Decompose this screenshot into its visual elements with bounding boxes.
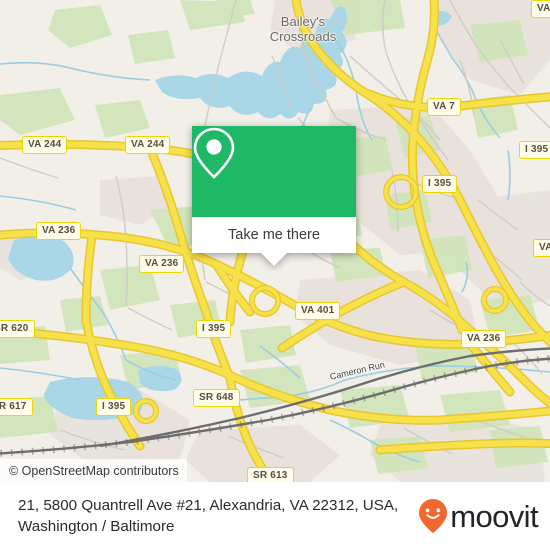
- shield-sr-620[interactable]: SR 620: [0, 320, 35, 338]
- shield-i-395-mid[interactable]: I 395: [196, 320, 232, 338]
- map-attribution[interactable]: © OpenStreetMap contributors: [0, 459, 187, 482]
- shield-va-244-west[interactable]: VA 244: [22, 136, 68, 154]
- location-pin-icon: [193, 127, 235, 179]
- shield-va-401[interactable]: VA 401: [295, 302, 341, 320]
- place-label-line1: Bailey's: [280, 14, 326, 29]
- shield-va-right-upper[interactable]: VA: [531, 0, 550, 18]
- shield-va-7[interactable]: VA 7: [427, 98, 461, 116]
- footer-bar: 21, 5800 Quantrell Ave #21, Alexandria, …: [0, 482, 550, 550]
- attribution-text: © OpenStreetMap contributors: [9, 463, 179, 478]
- popup-header: [192, 126, 356, 217]
- map-screenshot: Bailey's Crossroads Cameron Run VA 244 V…: [0, 0, 550, 550]
- moovit-logo[interactable]: moovit: [418, 498, 539, 534]
- place-label-baileys-crossroads: Bailey's Crossroads: [255, 14, 351, 44]
- shield-va-236-west[interactable]: VA 236: [36, 222, 82, 240]
- moovit-wordmark: moovit: [450, 498, 538, 534]
- shield-va-right-lower[interactable]: VA: [533, 239, 550, 257]
- shield-va-236-east[interactable]: VA 236: [461, 330, 507, 348]
- shield-sr-648[interactable]: SR 648: [193, 389, 240, 407]
- address-text: 21, 5800 Quantrell Ave #21, Alexandria, …: [18, 497, 399, 535]
- take-me-there-button[interactable]: Take me there: [192, 217, 356, 253]
- moovit-smiley-pin-icon: [419, 499, 448, 533]
- shield-sr-613[interactable]: SR 613: [247, 467, 294, 482]
- location-popup-card[interactable]: Take me there: [192, 126, 356, 266]
- popup-pointer-tail: [261, 253, 287, 266]
- shield-va-236-mid[interactable]: VA 236: [139, 255, 185, 273]
- shield-va-244-east[interactable]: VA 244: [125, 136, 171, 154]
- shield-i-395-north[interactable]: I 395: [519, 141, 550, 159]
- place-label-line2: Crossroads: [269, 29, 337, 44]
- shield-i-395-east[interactable]: I 395: [422, 175, 458, 193]
- map-canvas[interactable]: Bailey's Crossroads Cameron Run VA 244 V…: [0, 0, 550, 482]
- take-me-there-label: Take me there: [228, 227, 320, 243]
- shield-i-395-west[interactable]: I 395: [96, 398, 132, 416]
- shield-sr-617[interactable]: SR 617: [0, 398, 33, 416]
